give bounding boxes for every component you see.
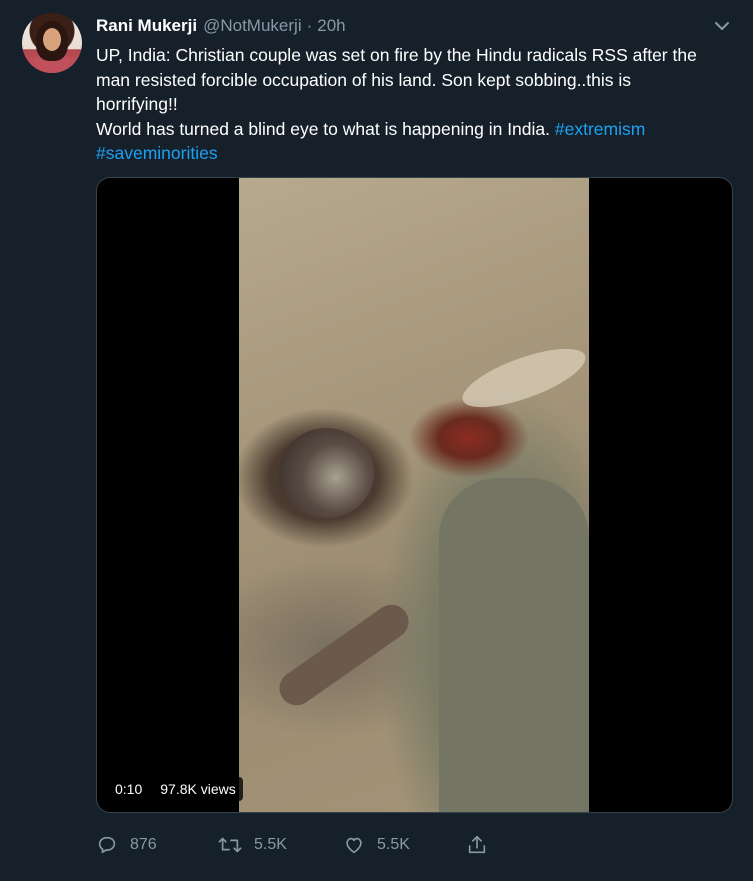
retweet-button[interactable]: 5.5K (218, 830, 287, 860)
video-frame-detail (272, 598, 416, 712)
tweet-text-line: World has turned a blind eye to what is … (96, 117, 736, 142)
tweet-text-segment: World has turned a blind eye to what is … (96, 118, 551, 139)
reply-button[interactable]: 876 (96, 830, 157, 860)
video-player[interactable] (96, 177, 733, 813)
tweet-text-line: man resisted forcible occupation of his … (96, 69, 632, 90)
user-handle[interactable]: @NotMukerji (203, 16, 302, 36)
tweet-header: Rani Mukerji @NotMukerji · 20h (96, 16, 346, 38)
tweet-text-line: #saveminorities (96, 141, 736, 166)
avatar[interactable] (22, 13, 82, 73)
video-views-badge: 97.8K views (153, 777, 243, 801)
separator-dot: · (306, 16, 313, 35)
heart-icon (343, 834, 365, 856)
hashtag-link[interactable]: #saveminorities (96, 143, 218, 163)
video-badges: 0:10 97.8K views (108, 777, 243, 801)
like-button[interactable]: 5.5K (343, 830, 410, 860)
retweet-icon (218, 834, 242, 856)
share-button[interactable] (466, 830, 488, 860)
video-frame-detail (439, 478, 589, 812)
video-duration-badge: 0:10 (108, 777, 150, 801)
tweet[interactable]: Rani Mukerji @NotMukerji · 20h UP, India… (0, 0, 753, 881)
share-icon (466, 834, 488, 856)
tweet-timestamp[interactable]: 20h (317, 16, 345, 36)
chevron-down-icon[interactable] (712, 16, 732, 36)
avatar-face (43, 28, 61, 51)
video-frame-detail (456, 336, 592, 420)
tweet-text: UP, India: Christian couple was set on f… (96, 43, 736, 166)
reply-icon (96, 834, 118, 856)
hashtag-link[interactable]: #extremism (555, 119, 645, 139)
tweet-text-line: UP, India: Christian couple was set on f… (96, 45, 697, 65)
display-name[interactable]: Rani Mukerji (96, 16, 197, 36)
tweet-text-line: horrifying!! (96, 94, 178, 114)
tweet-actions: 876 5.5K 5.5K (96, 830, 536, 860)
like-count: 5.5K (377, 836, 410, 853)
video-frame[interactable] (239, 178, 592, 812)
reply-count: 876 (130, 836, 157, 853)
retweet-count: 5.5K (254, 836, 287, 853)
video-frame-detail (279, 428, 374, 518)
